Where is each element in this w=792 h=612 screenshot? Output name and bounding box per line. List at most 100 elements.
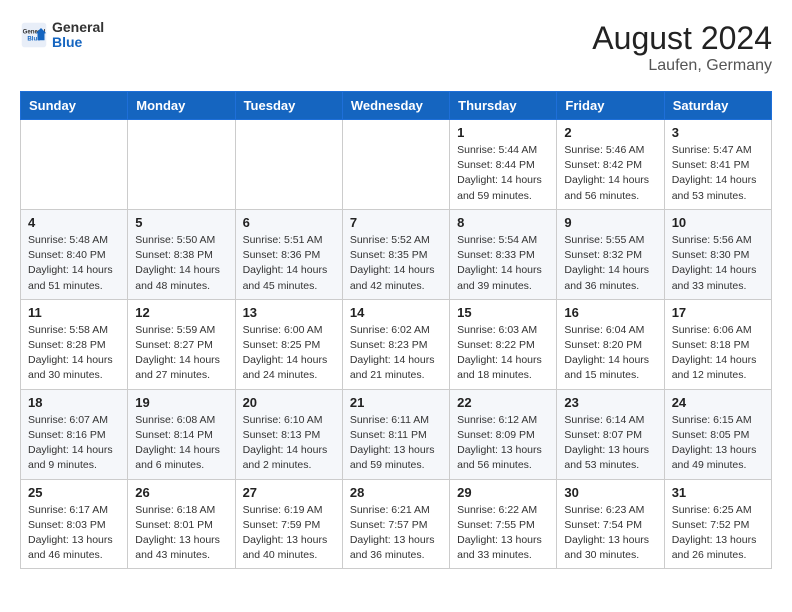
- day-number: 5: [135, 215, 227, 230]
- logo-icon: General Blue: [20, 21, 48, 49]
- calendar-header-row: SundayMondayTuesdayWednesdayThursdayFrid…: [21, 92, 772, 120]
- calendar-cell: 12Sunrise: 5:59 AMSunset: 8:27 PMDayligh…: [128, 299, 235, 389]
- day-info: Sunrise: 5:47 AMSunset: 8:41 PMDaylight:…: [672, 143, 764, 204]
- calendar-cell: 11 Sunrise: 5:58 AMSunset: 8:28 PMDayligh…: [21, 299, 128, 389]
- day-number: 12: [135, 305, 227, 320]
- calendar-cell: 13 Sunrise: 6:00 AMSunset: 8:25 PMDayligh…: [235, 299, 342, 389]
- day-number: 22: [457, 395, 549, 410]
- calendar-cell: 9 Sunrise: 5:55 AMSunset: 8:32 PMDaylight…: [557, 209, 664, 299]
- day-number: 4: [28, 215, 120, 230]
- day-info: Sunrise: 5:48 AMSunset: 8:40 PMDaylight:…: [28, 233, 120, 294]
- day-info: Sunrise: 5:44 AMSunset: 8:44 PMDaylight:…: [457, 143, 549, 204]
- calendar-cell: 2 Sunrise: 5:46 AMSunset: 8:42 PMDaylight…: [557, 120, 664, 210]
- calendar-cell: 28Sunrise: 6:21 AMSunset: 7:57 PMDayligh…: [342, 479, 449, 569]
- day-number: 1: [457, 125, 549, 140]
- day-info: Sunrise: 5:50 AMSunset: 8:38 PMDaylight:…: [135, 233, 227, 294]
- calendar-cell: 29Sunrise: 6:22 AMSunset: 7:55 PMDayligh…: [450, 479, 557, 569]
- calendar-cell: 4 Sunrise: 5:48 AMSunset: 8:40 PMDaylight…: [21, 209, 128, 299]
- day-info: Sunrise: 6:23 AMSunset: 7:54 PMDaylight:…: [564, 503, 656, 564]
- calendar-cell: 18 Sunrise: 6:07 AMSunset: 8:16 PMDayligh…: [21, 389, 128, 479]
- day-number: 21: [350, 395, 442, 410]
- logo-text: General Blue: [52, 20, 104, 51]
- day-info: Sunrise: 6:00 AMSunset: 8:25 PMDaylight:…: [243, 323, 335, 384]
- header-tuesday: Tuesday: [235, 92, 342, 120]
- calendar-cell: 30 Sunrise: 6:23 AMSunset: 7:54 PMDayligh…: [557, 479, 664, 569]
- day-info: Sunrise: 5:56 AMSunset: 8:30 PMDaylight:…: [672, 233, 764, 294]
- day-info: Sunrise: 6:18 AMSunset: 8:01 PMDaylight:…: [135, 503, 227, 564]
- day-info: Sunrise: 6:17 AMSunset: 8:03 PMDaylight:…: [28, 503, 120, 564]
- calendar-cell: [342, 120, 449, 210]
- calendar-cell: 25 Sunrise: 6:17 AMSunset: 8:03 PMDayligh…: [21, 479, 128, 569]
- calendar-cell: 10 Sunrise: 5:56 AMSunset: 8:30 PMDayligh…: [664, 209, 771, 299]
- week-row-4: 25 Sunrise: 6:17 AMSunset: 8:03 PMDayligh…: [21, 479, 772, 569]
- day-info: Sunrise: 6:03 AMSunset: 8:22 PMDaylight:…: [457, 323, 549, 384]
- day-number: 17: [672, 305, 764, 320]
- calendar-cell: 5 Sunrise: 5:50 AMSunset: 8:38 PMDaylight…: [128, 209, 235, 299]
- day-info: Sunrise: 6:02 AMSunset: 8:23 PMDaylight:…: [350, 323, 442, 384]
- day-number: 25: [28, 485, 120, 500]
- day-number: 14: [350, 305, 442, 320]
- day-number: 10: [672, 215, 764, 230]
- logo: General Blue General Blue: [20, 20, 104, 51]
- day-info: Sunrise: 6:07 AMSunset: 8:16 PMDaylight:…: [28, 413, 120, 474]
- day-info: Sunrise: 6:14 AMSunset: 8:07 PMDaylight:…: [564, 413, 656, 474]
- calendar-cell: 14 Sunrise: 6:02 AMSunset: 8:23 PMDayligh…: [342, 299, 449, 389]
- day-info: Sunrise: 6:11 AMSunset: 8:11 PMDaylight:…: [350, 413, 442, 474]
- day-number: 2: [564, 125, 656, 140]
- day-number: 15: [457, 305, 549, 320]
- day-info: Sunrise: 5:55 AMSunset: 8:32 PMDaylight:…: [564, 233, 656, 294]
- day-number: 7: [350, 215, 442, 230]
- calendar-cell: 24 Sunrise: 6:15 AMSunset: 8:05 PMDayligh…: [664, 389, 771, 479]
- day-info: Sunrise: 6:06 AMSunset: 8:18 PMDaylight:…: [672, 323, 764, 384]
- day-number: 8: [457, 215, 549, 230]
- logo-general: General: [52, 20, 104, 35]
- calendar-cell: 7 Sunrise: 5:52 AMSunset: 8:35 PMDaylight…: [342, 209, 449, 299]
- day-info: Sunrise: 6:25 AMSunset: 7:52 PMDaylight:…: [672, 503, 764, 564]
- calendar-cell: [235, 120, 342, 210]
- day-info: Sunrise: 5:58 AMSunset: 8:28 PMDaylight:…: [28, 323, 120, 384]
- day-info: Sunrise: 6:21 AMSunset: 7:57 PMDaylight:…: [350, 503, 442, 564]
- calendar-cell: 19Sunrise: 6:08 AMSunset: 8:14 PMDayligh…: [128, 389, 235, 479]
- day-number: 9: [564, 215, 656, 230]
- calendar-cell: 16Sunrise: 6:04 AMSunset: 8:20 PMDayligh…: [557, 299, 664, 389]
- day-info: Sunrise: 6:15 AMSunset: 8:05 PMDaylight:…: [672, 413, 764, 474]
- day-number: 30: [564, 485, 656, 500]
- calendar-cell: [21, 120, 128, 210]
- calendar-table: SundayMondayTuesdayWednesdayThursdayFrid…: [20, 91, 772, 569]
- day-info: Sunrise: 6:12 AMSunset: 8:09 PMDaylight:…: [457, 413, 549, 474]
- day-number: 20: [243, 395, 335, 410]
- week-row-1: 4 Sunrise: 5:48 AMSunset: 8:40 PMDaylight…: [21, 209, 772, 299]
- calendar-cell: 23 Sunrise: 6:14 AMSunset: 8:07 PMDayligh…: [557, 389, 664, 479]
- calendar-cell: 17 Sunrise: 6:06 AMSunset: 8:18 PMDayligh…: [664, 299, 771, 389]
- week-row-0: 1 Sunrise: 5:44 AMSunset: 8:44 PMDaylight…: [21, 120, 772, 210]
- day-number: 23: [564, 395, 656, 410]
- day-info: Sunrise: 5:51 AMSunset: 8:36 PMDaylight:…: [243, 233, 335, 294]
- day-number: 18: [28, 395, 120, 410]
- header-saturday: Saturday: [664, 92, 771, 120]
- day-number: 11: [28, 305, 120, 320]
- calendar-cell: 1 Sunrise: 5:44 AMSunset: 8:44 PMDaylight…: [450, 120, 557, 210]
- day-info: Sunrise: 6:10 AMSunset: 8:13 PMDaylight:…: [243, 413, 335, 474]
- day-info: Sunrise: 5:52 AMSunset: 8:35 PMDaylight:…: [350, 233, 442, 294]
- day-number: 3: [672, 125, 764, 140]
- header-friday: Friday: [557, 92, 664, 120]
- calendar-cell: 15 Sunrise: 6:03 AMSunset: 8:22 PMDayligh…: [450, 299, 557, 389]
- day-number: 6: [243, 215, 335, 230]
- day-info: Sunrise: 5:54 AMSunset: 8:33 PMDaylight:…: [457, 233, 549, 294]
- day-number: 16: [564, 305, 656, 320]
- day-number: 19: [135, 395, 227, 410]
- header-sunday: Sunday: [21, 92, 128, 120]
- day-number: 27: [243, 485, 335, 500]
- day-number: 24: [672, 395, 764, 410]
- calendar-cell: 27 Sunrise: 6:19 AMSunset: 7:59 PMDayligh…: [235, 479, 342, 569]
- calendar-cell: [128, 120, 235, 210]
- calendar-cell: 31Sunrise: 6:25 AMSunset: 7:52 PMDayligh…: [664, 479, 771, 569]
- header-wednesday: Wednesday: [342, 92, 449, 120]
- day-info: Sunrise: 6:22 AMSunset: 7:55 PMDaylight:…: [457, 503, 549, 564]
- day-number: 13: [243, 305, 335, 320]
- header-monday: Monday: [128, 92, 235, 120]
- logo-blue: Blue: [52, 35, 104, 50]
- day-info: Sunrise: 5:46 AMSunset: 8:42 PMDaylight:…: [564, 143, 656, 204]
- calendar-cell: 8 Sunrise: 5:54 AMSunset: 8:33 PMDaylight…: [450, 209, 557, 299]
- day-info: Sunrise: 6:19 AMSunset: 7:59 PMDaylight:…: [243, 503, 335, 564]
